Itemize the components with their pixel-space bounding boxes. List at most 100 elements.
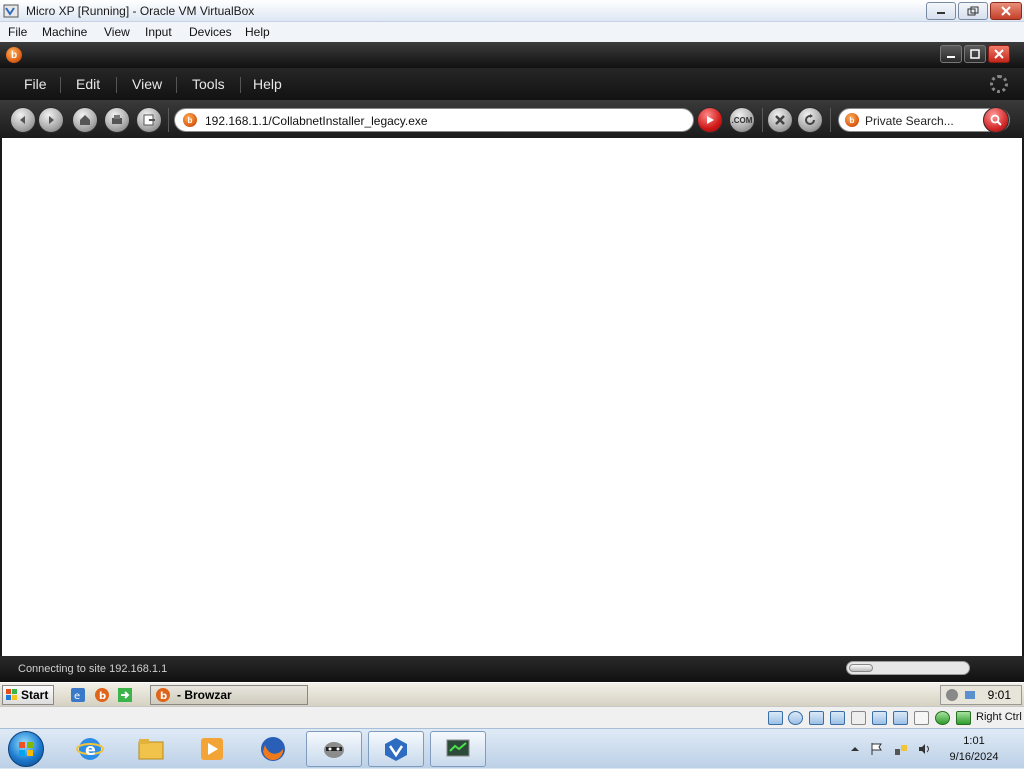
vbox-menu-devices[interactable]: Devices [189,25,232,39]
display-icon[interactable] [893,711,908,725]
browser-titlebar: b [0,42,1024,68]
browser-menu-help[interactable]: Help [253,76,282,92]
shared-folders-icon[interactable] [872,711,887,725]
browser-menu-tools[interactable]: Tools [192,76,225,92]
page-icon [143,114,155,126]
refresh-button[interactable] [797,107,823,133]
minimize-button[interactable] [926,2,956,20]
stop-x-icon [775,115,785,125]
minimize-icon [937,12,945,14]
loading-spinner-icon [990,75,1008,93]
browser-menubar: File Edit View Tools Help [0,68,1024,100]
action-center-flag-icon[interactable] [870,743,884,755]
xp-clock: 9:01 [987,688,1011,702]
taskbar-virtualbox[interactable] [368,731,424,767]
taskbar-ie[interactable]: e [62,731,118,767]
vbox-titlebar: Micro XP [Running] - Oracle VM VirtualBo… [0,0,1024,22]
browzar-logo-icon: b [6,47,22,63]
back-button[interactable] [10,107,36,133]
vbox-menu-help[interactable]: Help [245,25,270,39]
site-favicon-icon: b [183,113,197,127]
taskbar-raccoon-app[interactable] [306,731,362,767]
quicklaunch-browzar-icon[interactable]: b [94,687,110,703]
optical-drive-icon[interactable] [788,711,803,725]
internet-explorer-icon: e [76,738,104,760]
windows-start-orb[interactable] [8,731,44,767]
windows-logo-icon [19,742,33,756]
recording-icon[interactable] [914,711,929,725]
progress-bar [846,661,970,675]
start-button[interactable]: Start [2,685,54,705]
hard-disk-icon[interactable] [768,711,783,725]
guest-screen: b File Edit View Tools Help b 192.168.1.… [0,42,1024,682]
network-status-icon[interactable] [894,743,908,755]
vbox-menu-view[interactable]: View [104,25,130,39]
vbox-statusbar: Right Ctrl [0,706,1024,728]
mouse-integration-icon[interactable] [956,711,971,725]
windows-flag-icon [6,689,17,700]
url-input[interactable] [205,112,685,130]
search-engine-icon: b [845,113,859,127]
browser-toolbar: b .COM b [0,100,1024,138]
taskbar-vm-window[interactable] [430,731,486,767]
svg-text:b: b [99,691,106,702]
firefox-icon [261,737,285,761]
browzar-icon: b [156,688,170,702]
taskbar-explorer[interactable] [123,731,179,767]
browser-minimize-button[interactable] [940,45,962,63]
menu-separator [60,77,61,93]
usb-icon[interactable] [851,711,866,725]
cpu-icon[interactable] [935,711,950,725]
network-icon[interactable] [830,711,845,725]
browser-menu-file[interactable]: File [24,76,47,92]
restore-button[interactable] [958,2,988,20]
browser-statusbar: Connecting to site 192.168.1.1 [0,656,1024,682]
page-content[interactable] [2,138,1022,656]
browser-maximize-button[interactable] [964,45,986,63]
toolbar-divider [168,108,169,132]
volume-icon[interactable] [918,743,932,755]
tray-network-icon[interactable] [963,688,977,702]
system-clock[interactable]: 1:01 9/16/2024 [938,733,1010,765]
browser-close-button[interactable] [988,45,1010,63]
taskbar-firefox[interactable] [245,731,301,767]
address-bar[interactable]: b [174,108,694,132]
vbox-menu-file[interactable]: File [8,25,27,39]
close-icon [994,49,1004,59]
menu-separator [176,77,177,93]
vbox-menu-machine[interactable]: Machine [42,25,87,39]
browser-menu-edit[interactable]: Edit [76,76,100,92]
search-input[interactable] [865,112,975,130]
back-arrow-icon [20,116,25,124]
audio-icon[interactable] [809,711,824,725]
browser-menu-view[interactable]: View [132,76,162,92]
dotcom-button[interactable]: .COM [729,107,755,133]
media-player-icon [201,738,223,760]
print-button[interactable] [104,107,130,133]
minimize-icon [947,56,955,58]
vbox-menubar: File Machine View Input Devices Help [0,22,1024,42]
svg-text:b: b [160,691,167,702]
page-tools-button[interactable] [136,107,162,133]
show-hidden-icons-icon[interactable] [848,743,862,755]
window-title: Micro XP [Running] - Oracle VM VirtualBo… [26,4,255,18]
quicklaunch-ie-icon[interactable]: e [70,687,86,703]
vm-window-icon [446,739,470,757]
stop-button[interactable] [767,107,793,133]
taskbar-media-player[interactable] [184,731,240,767]
taskbar-button-label: - Browzar [177,688,232,702]
svg-text:e: e [74,691,80,702]
search-button[interactable] [983,107,1009,133]
close-icon [1001,6,1011,16]
refresh-icon [805,114,815,125]
forward-button[interactable] [38,107,64,133]
raccoon-app-icon [324,742,344,758]
close-button[interactable] [990,2,1022,20]
go-button[interactable] [697,107,723,133]
home-button[interactable] [72,107,98,133]
quicklaunch-desktop-icon[interactable] [117,687,133,703]
taskbar-button-browzar[interactable]: b - Browzar [150,685,308,705]
tray-security-icon[interactable] [945,688,959,702]
vbox-menu-input[interactable]: Input [145,25,172,39]
clock-time: 1:01 [963,735,985,747]
